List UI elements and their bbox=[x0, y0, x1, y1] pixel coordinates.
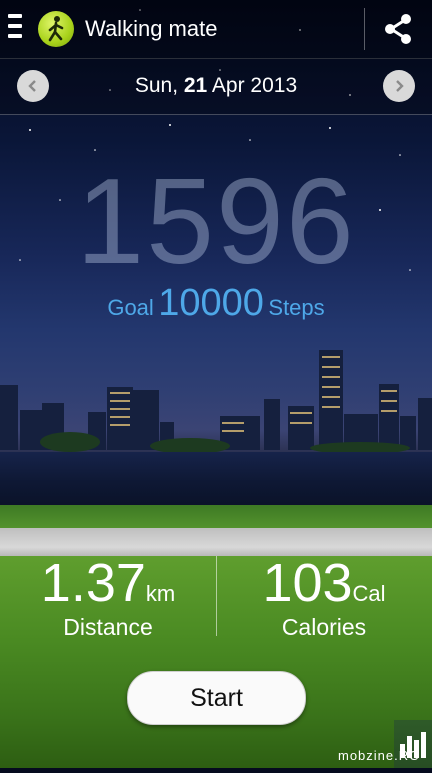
date-month-year: Apr 2013 bbox=[211, 74, 298, 97]
share-button[interactable] bbox=[376, 10, 420, 48]
calories-unit: Cal bbox=[352, 581, 386, 606]
date-weekday: Sun, bbox=[134, 74, 179, 97]
current-date: Sun, 21 Apr 2013 bbox=[0, 74, 432, 98]
date-navigation: Sun, 21 Apr 2013 bbox=[0, 58, 432, 115]
walking-person-icon[interactable] bbox=[38, 11, 74, 47]
distance-stat: 1.37km Distance bbox=[0, 556, 216, 641]
goal-suffix: Steps bbox=[268, 295, 325, 320]
calories-value: 103 bbox=[262, 553, 353, 613]
goal-value: 10000 bbox=[158, 282, 264, 324]
menu-icon[interactable] bbox=[8, 14, 22, 42]
background-scene bbox=[0, 0, 432, 768]
distance-value: 1.37 bbox=[40, 553, 146, 613]
calories-label: Calories bbox=[281, 614, 367, 640]
action-bar-divider bbox=[364, 8, 365, 50]
start-button[interactable]: Start bbox=[127, 671, 306, 725]
goal-prefix: Goal bbox=[107, 295, 154, 320]
chevron-right-icon bbox=[396, 80, 404, 92]
city-skyline bbox=[0, 350, 432, 454]
app-title: Walking mate bbox=[85, 16, 218, 41]
river-water bbox=[0, 452, 432, 512]
step-count: 1596 bbox=[76, 153, 356, 289]
distance-label: Distance bbox=[63, 614, 153, 640]
action-bar: Walking mate bbox=[0, 0, 432, 59]
watermark-text: mobzine.RO bbox=[338, 748, 421, 763]
share-icon bbox=[385, 14, 411, 44]
next-day-button[interactable] bbox=[383, 70, 415, 102]
calories-stat: 103Cal Calories bbox=[216, 556, 432, 641]
distance-unit: km bbox=[145, 581, 176, 606]
date-day: 21 bbox=[183, 74, 208, 97]
step-goal: Goal 10000 Steps bbox=[0, 282, 432, 325]
